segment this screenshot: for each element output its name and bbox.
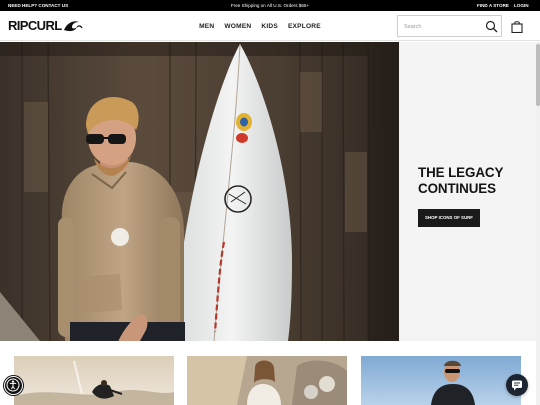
login-link[interactable]: LOGIN xyxy=(514,3,529,8)
site-header: RIPCURL MEN WOMEN KIDS EXPLORE xyxy=(0,11,540,41)
hero-title: THE LEGACY CONTINUES xyxy=(418,165,504,196)
find-store-link[interactable]: FIND A STORE xyxy=(477,3,509,8)
category-card-women[interactable] xyxy=(187,356,347,405)
nav-explore[interactable]: EXPLORE xyxy=(288,23,321,30)
accessibility-button[interactable] xyxy=(4,376,23,395)
card-image xyxy=(14,356,174,405)
scrollbar-thumb[interactable] xyxy=(536,44,540,106)
announcement-bar: NEED HELP? CONTACT US Free Shipping on A… xyxy=(0,0,540,11)
search-box xyxy=(397,15,502,37)
nav-men[interactable]: MEN xyxy=(199,23,214,30)
nav-kids[interactable]: KIDS xyxy=(261,23,278,30)
shop-icons-button[interactable]: SHOP ICONS OF SURF xyxy=(418,209,480,227)
hero-copy: THE LEGACY CONTINUES SHOP ICONS OF SURF xyxy=(418,165,528,227)
shopping-bag-icon[interactable] xyxy=(511,20,523,33)
search-icon[interactable] xyxy=(485,20,498,33)
category-card-men[interactable] xyxy=(361,356,521,405)
search-input[interactable] xyxy=(404,20,482,33)
nav-women[interactable]: WOMEN xyxy=(224,23,251,30)
brand-logo[interactable]: RIPCURL xyxy=(8,19,83,33)
hero-image[interactable] xyxy=(0,42,399,341)
logo-wave-icon xyxy=(63,21,83,32)
hero-photo-art xyxy=(0,42,399,341)
card-image xyxy=(361,356,521,405)
accessibility-icon xyxy=(6,378,20,392)
card-image xyxy=(187,356,347,405)
category-card-surf[interactable] xyxy=(14,356,174,405)
hero-banner: THE LEGACY CONTINUES SHOP ICONS OF SURF xyxy=(0,42,540,341)
logo-wordmark: RIPCURL xyxy=(8,18,62,33)
chat-button[interactable] xyxy=(506,374,528,396)
chat-icon xyxy=(512,380,522,391)
shipping-promo-text: Free Shipping on All U.S. Orders $65+ xyxy=(230,3,310,8)
